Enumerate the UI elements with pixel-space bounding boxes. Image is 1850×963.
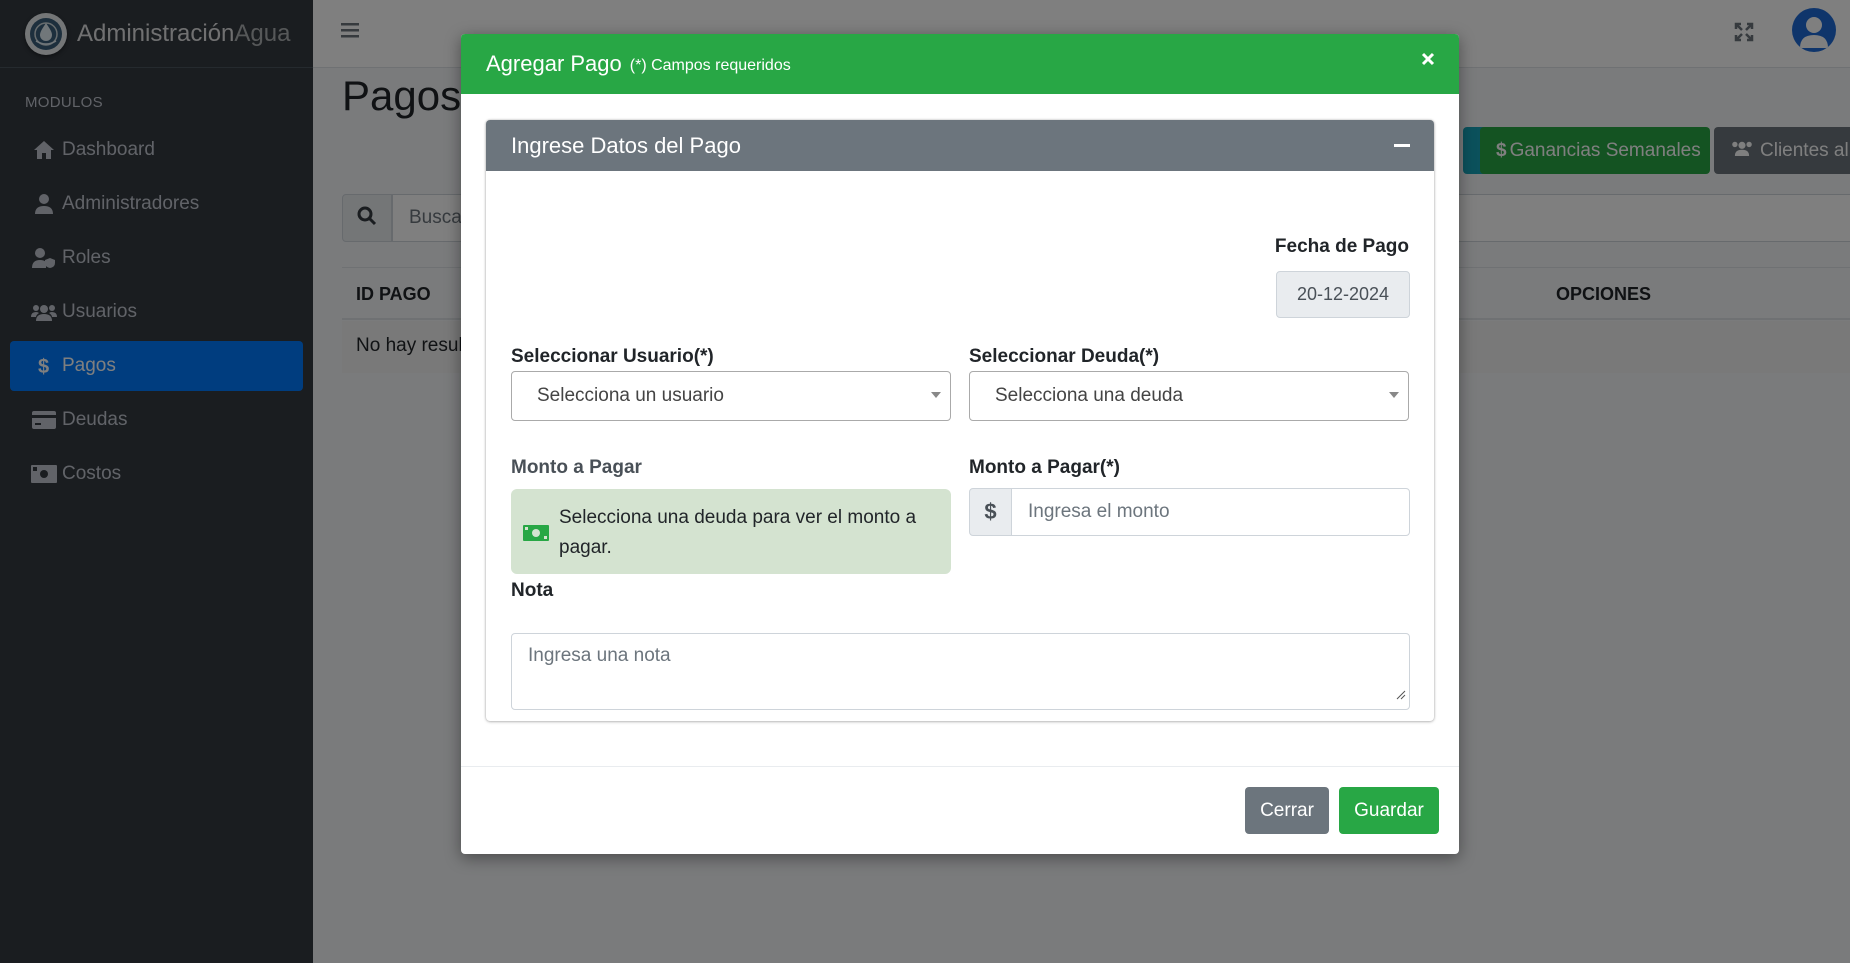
fecha-field: 20-12-2024 [1276, 271, 1410, 318]
close-icon[interactable] [1421, 52, 1435, 71]
usuario-select[interactable]: Selecciona un usuario [511, 371, 951, 421]
modal-footer: Cerrar Guardar [461, 766, 1459, 854]
usuario-select-value: Selecciona un usuario [537, 385, 724, 406]
nota-placeholder: Ingresa una nota [528, 645, 671, 666]
dollar-icon: $ [969, 488, 1012, 536]
deuda-label: Seleccionar Deuda(*) [969, 346, 1160, 367]
payment-card: Ingrese Datos del Pago Fecha de Pago 20-… [486, 120, 1434, 721]
money-bill-icon [523, 521, 549, 551]
deuda-select[interactable]: Selecciona una deuda [969, 371, 1409, 421]
card-title: Ingrese Datos del Pago [511, 132, 741, 158]
usuario-label: Seleccionar Usuario(*) [511, 346, 714, 367]
chevron-down-icon [931, 392, 941, 398]
chevron-down-icon [1389, 392, 1399, 398]
monto-input[interactable]: Ingresa el monto [1011, 488, 1410, 536]
collapse-minus-icon[interactable] [1394, 144, 1410, 147]
monto-info-alert: Selecciona una deuda para ver el monto a… [511, 489, 951, 574]
monto-required-label: Monto a Pagar(*) [969, 457, 1120, 478]
monto-label: Monto a Pagar [511, 457, 642, 478]
guardar-button[interactable]: Guardar [1339, 787, 1439, 834]
modal-subtitle: (*) Campos requeridos [629, 56, 791, 74]
add-payment-modal: Agregar Pago (*) Campos requeridos Ingre… [461, 34, 1459, 854]
card-header: Ingrese Datos del Pago [486, 120, 1434, 171]
monto-info-text: Selecciona una deuda para ver el monto a… [559, 507, 917, 559]
resize-handle-icon[interactable] [1396, 684, 1406, 706]
nota-textarea[interactable]: Ingresa una nota [511, 633, 1410, 710]
modal-title: Agregar Pago [486, 51, 622, 76]
fecha-label: Fecha de Pago [1274, 236, 1409, 257]
deuda-select-value: Selecciona una deuda [995, 385, 1184, 406]
nota-label: Nota [511, 580, 554, 601]
modal-header: Agregar Pago (*) Campos requeridos [461, 34, 1459, 94]
cerrar-button[interactable]: Cerrar [1245, 787, 1329, 834]
monto-input-group: $ Ingresa el monto [969, 488, 1410, 536]
